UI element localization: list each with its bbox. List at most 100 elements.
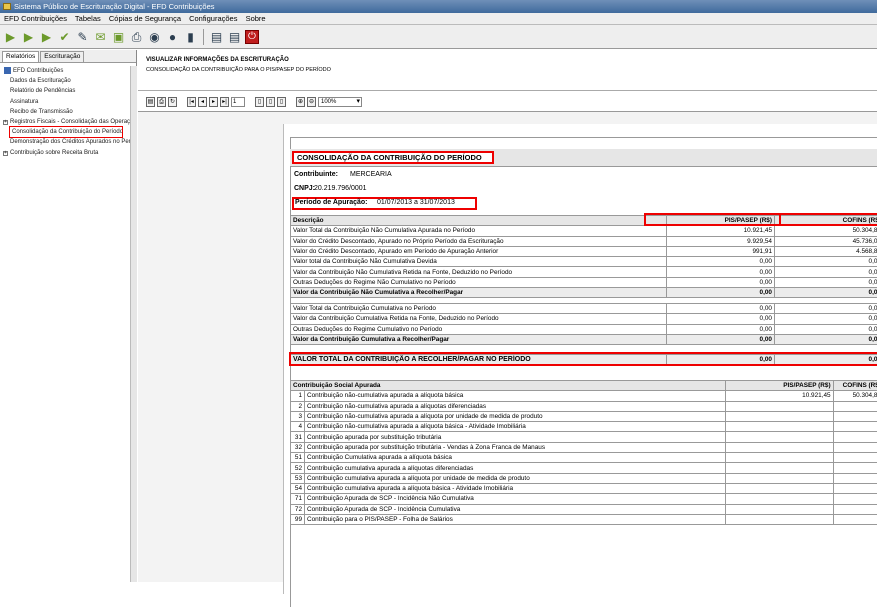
tree-item-receita-bruta[interactable]: +Contribuição sobre Receita Bruta xyxy=(0,148,137,158)
menu-copias[interactable]: Cópias de Segurança xyxy=(109,14,181,23)
table-cell: Contribuição cumulativa apurada a alíquo… xyxy=(305,483,726,493)
table-cell: 0,00 xyxy=(775,267,877,277)
save-report-icon[interactable]: ▤ xyxy=(146,97,155,107)
report-toolbar: ▤ ⎙ ↻ |◂ ◂ ▸ ▸| 1 ▯ ▯ ▯ ⊕ ⊖ 100% xyxy=(146,96,362,108)
table-row: 99Contribuição para o PIS/PASEP - Folha … xyxy=(291,514,877,524)
window-title: Sistema Público de Escrituração Digital … xyxy=(14,2,215,11)
multi-page-icon[interactable]: ▯ xyxy=(277,97,286,107)
tree-item-efd[interactable]: EFD Contribuições xyxy=(0,66,137,76)
validate-icon[interactable]: ✔ xyxy=(57,29,72,45)
table-cell xyxy=(725,422,833,432)
expand-icon[interactable]: + xyxy=(3,151,8,156)
report-viewer: CONSOLIDAÇÃO DA CONTRIBUIÇÃO DO PERÍODO … xyxy=(138,111,877,582)
save-as-icon[interactable]: ▤ xyxy=(227,29,242,45)
table-cell: Contribuição Cumulativa apurada a alíquo… xyxy=(305,453,726,463)
tree-item-registros[interactable]: +Registros Fiscais - Consolidação das Op… xyxy=(0,117,137,127)
page-input[interactable]: 1 xyxy=(231,97,245,107)
table-cell: COFINS (R$) xyxy=(833,381,877,391)
single-page-icon[interactable]: ▯ xyxy=(255,97,264,107)
menu-sobre[interactable]: Sobre xyxy=(246,14,266,23)
tree-item-assinatura[interactable]: Assinatura xyxy=(0,97,137,107)
tab-escrituracao[interactable]: Escrituração xyxy=(40,51,84,62)
table-cell: Valor da Contribuição Cumulativa Retida … xyxy=(291,314,667,324)
tree-item-demonstracao[interactable]: Demonstração dos Créditos Apurados no Pe… xyxy=(0,137,137,147)
tree-item-pendencias[interactable]: Relatório de Pendências xyxy=(0,86,137,96)
zoom-out-icon[interactable]: ⊖ xyxy=(307,97,316,107)
table-row: Valor da Contribuição Cumulativa Retida … xyxy=(291,314,877,324)
sign-icon[interactable]: ✎ xyxy=(75,29,90,45)
table-cell: 0,00 xyxy=(775,257,877,267)
table-cell: Contribuição não-cumulativa apurada a al… xyxy=(305,401,726,411)
table-cell: Contribuição para o PIS/PASEP - Folha de… xyxy=(305,514,726,524)
table-cell: 0,00 xyxy=(775,334,877,344)
refresh-icon[interactable]: ↻ xyxy=(168,97,177,107)
transmit-icon[interactable]: ✉ xyxy=(93,29,108,45)
table-cell: 0,00 xyxy=(667,304,775,314)
search-icon[interactable]: ● xyxy=(165,29,180,45)
print-report-icon[interactable]: ⎙ xyxy=(157,97,166,107)
table-cell: Contribuição apurada por substituição tr… xyxy=(305,442,726,452)
double-page-icon[interactable]: ▯ xyxy=(266,97,275,107)
table-cell: 52 xyxy=(291,463,305,473)
table-cell: 991,91 xyxy=(667,246,775,256)
table-cell: 45.736,03 xyxy=(775,236,877,246)
table-cell: 0,00 xyxy=(667,288,775,298)
table-cell xyxy=(725,463,833,473)
table-cell xyxy=(833,494,877,504)
save-icon[interactable]: ▤ xyxy=(209,29,224,45)
table-cell xyxy=(833,442,877,452)
zoom-in-icon[interactable]: ⊕ xyxy=(296,97,305,107)
tree-item-consolidacao[interactable]: Consolidação da Contribuição do Período xyxy=(10,127,122,137)
table-cell: 4 xyxy=(291,422,305,432)
receipt-icon[interactable]: ▣ xyxy=(111,29,126,45)
table-cell: 71 xyxy=(291,494,305,504)
tree-item-recibo[interactable]: Recibo de Transmissão xyxy=(0,107,137,117)
table-cell: Outras Deduções do Regime Não Cumulativo… xyxy=(291,277,667,287)
open-icon[interactable]: ▶ xyxy=(21,29,36,45)
table-cell: Contribuição apurada por substituição tr… xyxy=(305,432,726,442)
tab-relatorios[interactable]: Relatórios xyxy=(2,51,39,62)
tree-item-dados[interactable]: Dados da Escrituração xyxy=(0,76,137,86)
table-cell: 3 xyxy=(291,411,305,421)
menu-efd[interactable]: EFD Contribuições xyxy=(4,14,67,23)
table-cell: 0,00 xyxy=(775,314,877,324)
table-cell: 0,00 xyxy=(775,324,877,334)
table-cell: 0,00 xyxy=(667,257,775,267)
app-icon xyxy=(3,3,11,10)
table-cell: 32 xyxy=(291,442,305,452)
table-cell xyxy=(833,514,877,524)
tree-scrollbar[interactable] xyxy=(130,66,137,582)
new-icon[interactable]: ▶ xyxy=(3,29,18,45)
print-icon[interactable]: ⎙ xyxy=(129,29,144,45)
table-cell: 4.568,86 xyxy=(775,246,877,256)
first-page-icon[interactable]: |◂ xyxy=(187,97,196,107)
report-title: CONSOLIDAÇÃO DA CONTRIBUIÇÃO DO PERÍODO xyxy=(292,151,494,164)
table-row: 4Contribuição não-cumulativa apurada a a… xyxy=(291,422,877,432)
contribuinte-label: Contribuinte: xyxy=(294,171,338,178)
table-cell: Contribuição Apurada de SCP - Incidência… xyxy=(305,494,726,504)
left-tabs: Relatórios Escrituração xyxy=(0,50,136,63)
expand-icon[interactable]: + xyxy=(3,120,8,125)
table-header: Contribuição Social ApuradaPIS/PASEP (R$… xyxy=(291,381,877,391)
menu-tabelas[interactable]: Tabelas xyxy=(75,14,101,23)
table-cell: Valor do Crédito Descontado, Apurado no … xyxy=(291,236,667,246)
table-cell xyxy=(833,473,877,483)
table-row: 3Contribuição não-cumulativa apurada a a… xyxy=(291,411,877,421)
last-page-icon[interactable]: ▸| xyxy=(220,97,229,107)
table-cell: Outras Deduções do Regime Cumulativo no … xyxy=(291,324,667,334)
zoom-select[interactable]: 100% xyxy=(318,97,362,107)
view-icon[interactable]: ◉ xyxy=(147,29,162,45)
table-cell: Contribuição cumulativa apurada a alíquo… xyxy=(305,473,726,483)
table-contribuicao-apurada: Contribuição Social ApuradaPIS/PASEP (R$… xyxy=(290,380,877,525)
import-icon[interactable]: ▶ xyxy=(39,29,54,45)
table-cell: Contribuição não-cumulativa apurada a al… xyxy=(305,411,726,421)
menu-configuracoes[interactable]: Configurações xyxy=(189,14,237,23)
table-cell: 54 xyxy=(291,483,305,493)
prev-page-icon[interactable]: ◂ xyxy=(198,97,207,107)
menu-bar: EFD Contribuições Tabelas Cópias de Segu… xyxy=(0,13,877,25)
export-icon[interactable]: ▮ xyxy=(183,29,198,45)
exit-icon[interactable]: ⏻ xyxy=(245,30,259,44)
table-cell xyxy=(833,422,877,432)
periodo-value: 01/07/2013 a 31/07/2013 xyxy=(377,199,455,206)
next-page-icon[interactable]: ▸ xyxy=(209,97,218,107)
